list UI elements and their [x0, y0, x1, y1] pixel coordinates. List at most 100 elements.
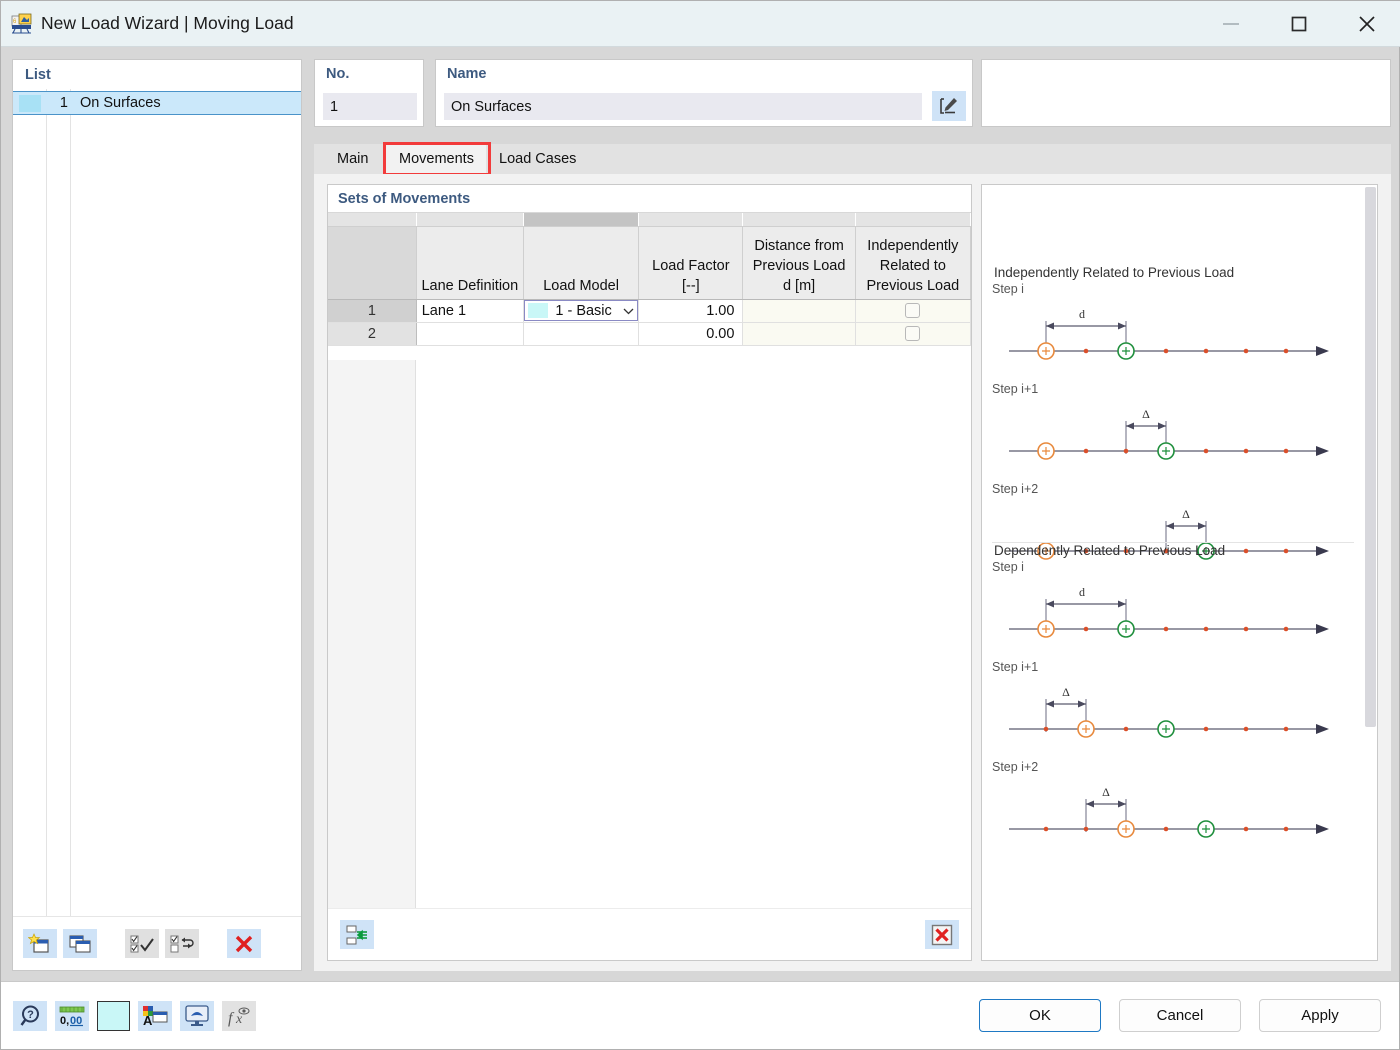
diagram-svg: d: [1009, 307, 1329, 360]
minimize-button[interactable]: [1197, 1, 1265, 47]
diagram-step: Step i+1 Δ: [982, 382, 1364, 482]
table-toolbar: [328, 908, 971, 960]
col-header-load-model[interactable]: Load Model: [523, 226, 640, 300]
col-header-model-label: Load Model: [543, 277, 619, 294]
col-header-independent-line3: Previous Load: [866, 277, 960, 294]
row-number: 2: [328, 322, 417, 346]
table-row[interactable]: 2 0.00: [328, 322, 972, 346]
cell-load-model[interactable]: [523, 322, 640, 346]
delete-item-button[interactable]: [227, 929, 261, 958]
list-item-on-surfaces[interactable]: 1 On Surfaces: [13, 91, 301, 115]
col-header-factor-line2: [--]: [681, 277, 700, 294]
cell-load-model[interactable]: 1 - Basic: [523, 299, 640, 323]
cell-independent[interactable]: [855, 322, 972, 346]
diagram-independently-related: Independently Related to Previous Load S…: [982, 265, 1364, 582]
col-strip-lane[interactable]: [416, 213, 524, 227]
maximize-button[interactable]: [1265, 1, 1333, 47]
col-header-distance[interactable]: Distance from Previous Load d [m]: [742, 226, 856, 300]
table-empty-rownum-column: [328, 360, 416, 908]
window-title: New Load Wizard | Moving Load: [41, 13, 294, 33]
diagram-scrollbar-thumb[interactable]: [1365, 187, 1376, 727]
col-strip-independent[interactable]: [855, 213, 972, 227]
list-item-color-swatch: [19, 94, 41, 112]
cell-lane-definition[interactable]: [416, 322, 524, 346]
decimal-places-button[interactable]: 0, 00: [55, 1000, 89, 1031]
dialog-bottom-bar: ? 0, 00 A f x OK Cancel Apply: [1, 981, 1399, 1049]
cell-load-factor[interactable]: 1.00: [638, 299, 744, 323]
col-header-load-factor[interactable]: Load Factor [--]: [638, 226, 744, 300]
top-right-panel: [981, 59, 1391, 127]
list-panel: List 1 On Surfaces: [12, 59, 302, 971]
diagram-dependently-related: Dependently Related to Previous Load Ste…: [982, 543, 1364, 860]
diagram-svg: Δ: [1009, 785, 1329, 838]
diagram-step: Step i+2 Δ: [982, 760, 1364, 860]
chevron-down-icon[interactable]: [619, 307, 637, 315]
copy-item-button[interactable]: [63, 929, 97, 958]
sets-of-movements-panel: Sets of Movements Lane Definition Load M…: [327, 184, 972, 961]
independent-checkbox[interactable]: [905, 303, 921, 319]
tab-main[interactable]: Main: [324, 144, 382, 174]
col-header-independent-line1: Independently: [867, 237, 959, 254]
col-header-rownum: [328, 226, 417, 300]
new-item-button[interactable]: [23, 929, 57, 958]
col-strip-model-selected[interactable]: [523, 213, 640, 227]
formula-button[interactable]: f x: [222, 1000, 256, 1031]
col-header-lane-definition[interactable]: Lane Definition: [416, 226, 524, 300]
cell-independent[interactable]: [855, 299, 972, 323]
svg-text:Δ: Δ: [1102, 785, 1110, 799]
svg-text:?: ?: [27, 1009, 34, 1021]
cancel-button[interactable]: Cancel: [1119, 999, 1241, 1032]
delete-rows-button[interactable]: [925, 920, 959, 949]
import-rows-button[interactable]: [340, 920, 374, 949]
svg-text:x: x: [235, 1012, 243, 1027]
load-model-combobox[interactable]: 1 - Basic: [523, 300, 639, 321]
list-item-label: On Surfaces: [80, 95, 161, 111]
diagram-step: Step i d: [982, 560, 1364, 660]
col-strip-distance[interactable]: [742, 213, 856, 227]
load-wizard-dialog: 6 New Load Wizard | Moving Load List 1 O…: [0, 0, 1400, 1050]
list-item-number: 1: [59, 95, 68, 111]
ok-button[interactable]: OK: [979, 999, 1101, 1032]
svg-text:Δ: Δ: [1062, 685, 1070, 699]
close-button[interactable]: [1333, 1, 1400, 47]
name-input[interactable]: [444, 93, 922, 120]
movements-table: Lane Definition Load Model Load Factor […: [328, 213, 972, 346]
table-header-row: Lane Definition Load Model Load Factor […: [328, 226, 972, 300]
bottom-toolbar: ? 0, 00 A f x: [1, 1000, 256, 1031]
number-field-label: No.: [326, 66, 350, 82]
svg-text:0,: 0,: [60, 1015, 69, 1027]
invert-selection-button[interactable]: [165, 929, 199, 958]
display-properties-button[interactable]: A: [138, 1000, 172, 1031]
name-field-group: Name: [435, 59, 973, 127]
diagram-step-label: Step i+2: [992, 760, 1039, 774]
tab-strip: Main Movements Load Cases: [314, 142, 1391, 176]
window-controls: [1197, 1, 1400, 47]
content-area: Sets of Movements Lane Definition Load M…: [314, 174, 1391, 971]
col-header-independent[interactable]: Independently Related to Previous Load: [855, 226, 972, 300]
app-icon: 6: [11, 13, 33, 35]
color-swatch-button[interactable]: [97, 1000, 130, 1031]
diagram-step-label: Step i: [992, 560, 1024, 574]
title-bar: 6 New Load Wizard | Moving Load: [1, 1, 1400, 47]
diagram-step-label: Step i+1: [992, 382, 1039, 396]
diagram-svg: Δ: [1009, 685, 1329, 738]
help-button[interactable]: ?: [13, 1000, 47, 1031]
col-strip-factor[interactable]: [638, 213, 744, 227]
edit-pencil-icon[interactable]: [932, 91, 966, 121]
number-input[interactable]: [323, 93, 417, 120]
apply-button[interactable]: Apply: [1259, 999, 1381, 1032]
cell-load-factor[interactable]: 0.00: [638, 322, 744, 346]
diagram-scrollbar[interactable]: [1362, 185, 1377, 960]
tab-load-cases[interactable]: Load Cases: [486, 144, 590, 174]
view-settings-button[interactable]: [180, 1000, 214, 1031]
list-column-divider-1: [46, 89, 47, 944]
list-toolbar: [13, 916, 301, 970]
svg-text:f: f: [228, 1010, 235, 1027]
tab-movements[interactable]: Movements: [386, 144, 487, 174]
select-all-button[interactable]: [125, 929, 159, 958]
table-row[interactable]: 1 Lane 1 1 - Basic 1.00: [328, 299, 972, 323]
cell-lane-definition[interactable]: Lane 1: [416, 299, 524, 323]
col-header-distance-line3: d [m]: [782, 277, 816, 294]
svg-text:Δ: Δ: [1182, 507, 1190, 521]
independent-checkbox[interactable]: [905, 326, 921, 342]
